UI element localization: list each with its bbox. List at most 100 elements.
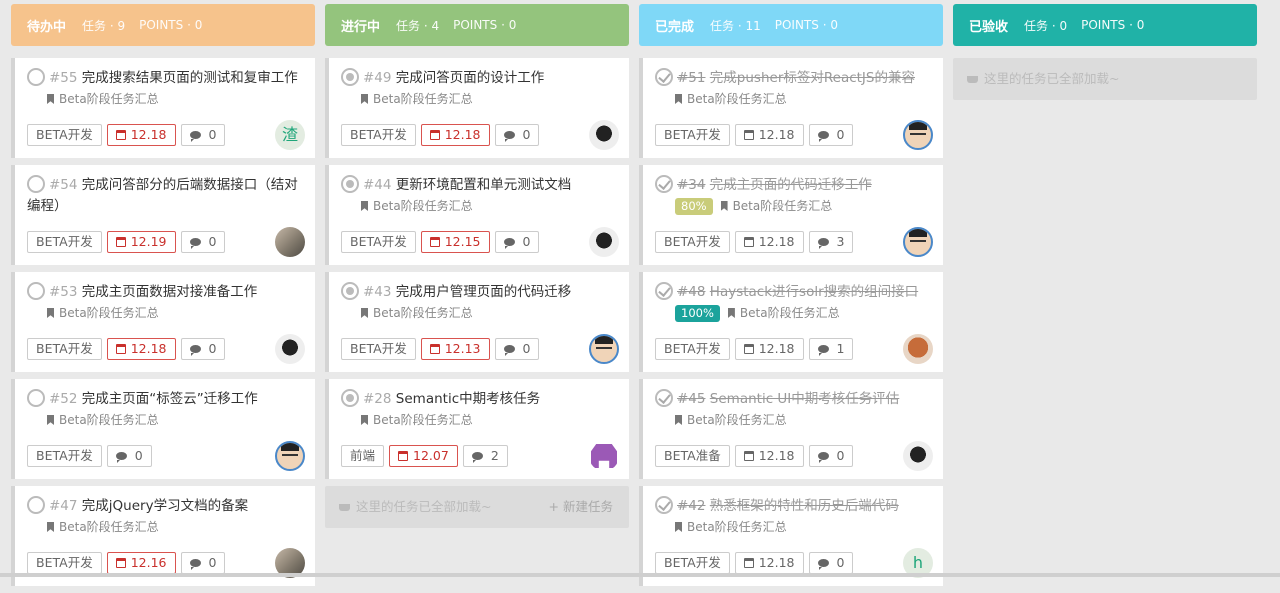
- comments-chip[interactable]: 0: [494, 124, 540, 146]
- task-title[interactable]: Semantic UI中期考核任务评估: [710, 391, 899, 407]
- complete-checkbox[interactable]: [27, 68, 45, 86]
- column-header[interactable]: 进行中 任务 · 4 POINTS · 0: [325, 4, 629, 46]
- horizontal-scrollbar[interactable]: [0, 573, 1280, 577]
- complete-checkbox[interactable]: [341, 175, 359, 193]
- complete-checkbox[interactable]: [341, 389, 359, 407]
- due-date-chip[interactable]: 12.16: [106, 552, 176, 574]
- task-card[interactable]: #52 完成主页面“标签云”迁移工作 Beta阶段任务汇总 BETA开发 0: [11, 379, 315, 479]
- tag-chip[interactable]: BETA开发: [27, 552, 102, 574]
- complete-checkbox[interactable]: [27, 496, 45, 514]
- comments-chip[interactable]: 0: [808, 124, 854, 146]
- avatar[interactable]: [589, 441, 619, 471]
- task-title[interactable]: 完成用户管理页面的代码迁移: [396, 284, 572, 300]
- task-title[interactable]: Semantic中期考核任务: [396, 391, 540, 407]
- task-card[interactable]: #49 完成问答页面的设计工作 Beta阶段任务汇总 BETA开发 12.18 …: [325, 58, 629, 158]
- due-date-chip[interactable]: 12.18: [734, 552, 804, 574]
- tag-chip[interactable]: BETA开发: [655, 338, 730, 360]
- task-card[interactable]: #45 Semantic UI中期考核任务评估 Beta阶段任务汇总 BETA准…: [639, 379, 943, 479]
- task-title[interactable]: 熟悉框架的特性和历史后端代码: [710, 498, 899, 514]
- tag-chip[interactable]: BETA开发: [27, 445, 102, 467]
- complete-checkbox[interactable]: [27, 282, 45, 300]
- new-task-button[interactable]: + 新建任务: [549, 486, 613, 528]
- due-date-chip[interactable]: 12.15: [420, 231, 490, 253]
- tag-chip[interactable]: BETA开发: [341, 338, 416, 360]
- due-date-chip[interactable]: 12.18: [734, 445, 804, 467]
- avatar[interactable]: [589, 227, 619, 257]
- tag-chip[interactable]: BETA开发: [655, 124, 730, 146]
- task-title[interactable]: 完成主页面“标签云”迁移工作: [82, 391, 258, 407]
- task-card[interactable]: #53 完成主页面数据对接准备工作 Beta阶段任务汇总 BETA开发 12.1…: [11, 272, 315, 372]
- task-title[interactable]: 完成主页面的代码迁移工作: [710, 177, 872, 193]
- complete-checkbox[interactable]: [341, 282, 359, 300]
- due-date-chip[interactable]: 12.13: [420, 338, 490, 360]
- avatar[interactable]: [903, 120, 933, 150]
- complete-checkbox[interactable]: [655, 175, 673, 193]
- task-card[interactable]: #42 熟悉框架的特性和历史后端代码 Beta阶段任务汇总 BETA开发 12.…: [639, 486, 943, 586]
- column-header[interactable]: 待办中 任务 · 9 POINTS · 0: [11, 4, 315, 46]
- task-title[interactable]: 完成pusher标签对ReactJS的兼容: [710, 70, 915, 86]
- tag-chip[interactable]: BETA开发: [27, 338, 102, 360]
- avatar[interactable]: [903, 334, 933, 364]
- avatar[interactable]: 渣: [275, 120, 305, 150]
- task-card[interactable]: #51 完成pusher标签对ReactJS的兼容 Beta阶段任务汇总 BET…: [639, 58, 943, 158]
- avatar[interactable]: [275, 334, 305, 364]
- tag-chip[interactable]: BETA开发: [341, 231, 416, 253]
- comments-chip[interactable]: 0: [180, 124, 226, 146]
- task-title[interactable]: 完成jQuery学习文档的备案: [82, 498, 248, 514]
- task-card[interactable]: #48 Haystack进行solr搜索的组间接口 100% Beta阶段任务汇总…: [639, 272, 943, 372]
- task-card[interactable]: #34 完成主页面的代码迁移工作 80% Beta阶段任务汇总 BETA开发 12…: [639, 165, 943, 265]
- tag-chip[interactable]: BETA开发: [341, 124, 416, 146]
- comments-chip[interactable]: 0: [808, 445, 854, 467]
- tag-chip[interactable]: 前端: [341, 445, 385, 467]
- task-title[interactable]: 更新环境配置和单元测试文档: [396, 177, 572, 193]
- task-card[interactable]: #55 完成搜索结果页面的测试和复审工作 Beta阶段任务汇总 BETA开发 1…: [11, 58, 315, 158]
- task-card[interactable]: #47 完成jQuery学习文档的备案 Beta阶段任务汇总 BETA开发 12…: [11, 486, 315, 586]
- complete-checkbox[interactable]: [27, 175, 45, 193]
- tag-chip[interactable]: BETA准备: [655, 445, 730, 467]
- task-card[interactable]: #28 Semantic中期考核任务 Beta阶段任务汇总 前端 12.07 2: [325, 379, 629, 479]
- task-card[interactable]: #44 更新环境配置和单元测试文档 Beta阶段任务汇总 BETA开发 12.1…: [325, 165, 629, 265]
- avatar[interactable]: [275, 441, 305, 471]
- column-header[interactable]: 已完成 任务 · 11 POINTS · 0: [639, 4, 943, 46]
- comments-chip[interactable]: 0: [808, 552, 854, 574]
- tag-chip[interactable]: BETA开发: [655, 231, 730, 253]
- task-title[interactable]: 完成问答页面的设计工作: [396, 70, 545, 86]
- complete-checkbox[interactable]: [655, 389, 673, 407]
- task-title[interactable]: 完成主页面数据对接准备工作: [82, 284, 258, 300]
- comments-chip[interactable]: 0: [494, 338, 540, 360]
- comments-chip[interactable]: 1: [808, 338, 854, 360]
- avatar[interactable]: [589, 120, 619, 150]
- comments-chip[interactable]: 0: [180, 338, 226, 360]
- tag-chip[interactable]: BETA开发: [27, 231, 102, 253]
- avatar[interactable]: [275, 227, 305, 257]
- comments-chip[interactable]: 0: [106, 445, 152, 467]
- column-header[interactable]: 已验收 任务 · 0 POINTS · 0: [953, 4, 1257, 46]
- complete-checkbox[interactable]: [27, 389, 45, 407]
- comments-chip[interactable]: 0: [494, 231, 540, 253]
- due-date-chip[interactable]: 12.18: [420, 124, 490, 146]
- task-title[interactable]: Haystack进行solr搜索的组间接口: [710, 284, 918, 300]
- due-date-chip[interactable]: 12.19: [106, 231, 176, 253]
- due-date-chip[interactable]: 12.07: [389, 445, 458, 467]
- due-date-chip[interactable]: 12.18: [106, 338, 176, 360]
- avatar[interactable]: [903, 227, 933, 257]
- tag-chip[interactable]: BETA开发: [27, 124, 102, 146]
- avatar[interactable]: [589, 334, 619, 364]
- comments-chip[interactable]: 0: [180, 231, 226, 253]
- tag-chip[interactable]: BETA开发: [655, 552, 730, 574]
- due-date-chip[interactable]: 12.18: [734, 231, 804, 253]
- complete-checkbox[interactable]: [655, 68, 673, 86]
- due-date-chip[interactable]: 12.18: [734, 124, 804, 146]
- comments-chip[interactable]: 2: [462, 445, 508, 467]
- complete-checkbox[interactable]: [655, 496, 673, 514]
- comments-chip[interactable]: 0: [180, 552, 226, 574]
- task-card[interactable]: #54 完成问答部分的后端数据接口（结对编程） BETA开发 12.19 0: [11, 165, 315, 265]
- avatar[interactable]: [903, 441, 933, 471]
- complete-checkbox[interactable]: [341, 68, 359, 86]
- due-date-chip[interactable]: 12.18: [106, 124, 176, 146]
- complete-checkbox[interactable]: [655, 282, 673, 300]
- task-title[interactable]: 完成搜索结果页面的测试和复审工作: [82, 70, 298, 86]
- comments-chip[interactable]: 3: [808, 231, 854, 253]
- task-card[interactable]: #43 完成用户管理页面的代码迁移 Beta阶段任务汇总 BETA开发 12.1…: [325, 272, 629, 372]
- due-date-chip[interactable]: 12.18: [734, 338, 804, 360]
